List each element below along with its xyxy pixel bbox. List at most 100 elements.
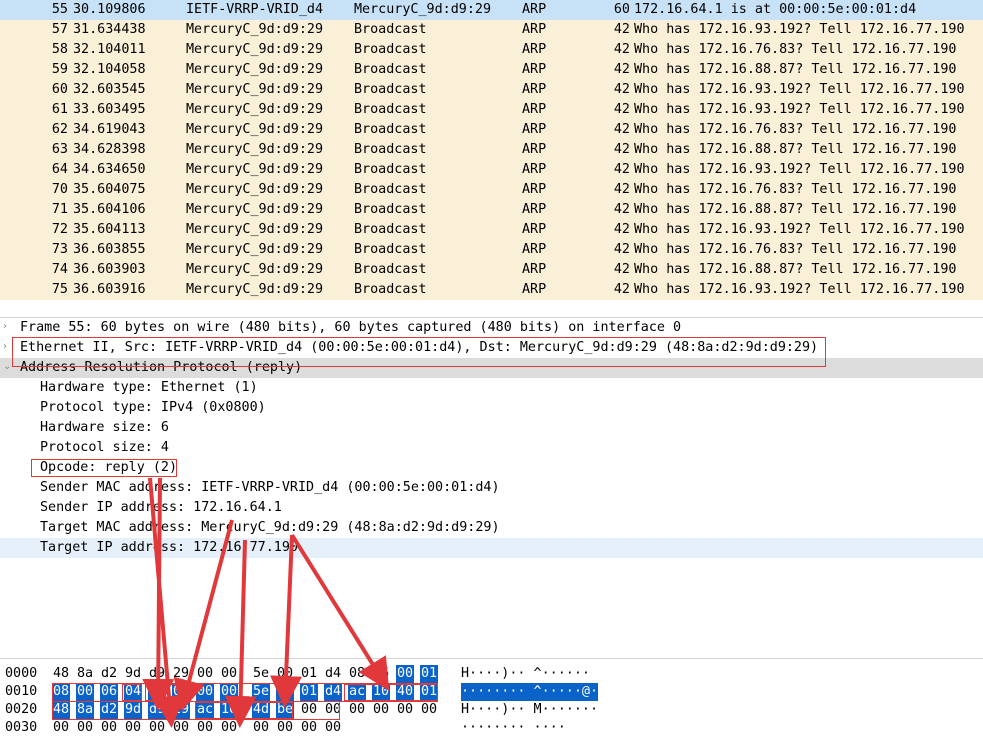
hex-byte[interactable]: 00	[276, 683, 295, 701]
hex-byte[interactable]: 00	[76, 719, 94, 737]
hex-line[interactable]: 0000 48 8a d2 9d d9 29 00 00 5e 00 01 d4 08 06 00 01 H···…	[0, 665, 983, 683]
hex-byte[interactable]: 8a	[76, 665, 94, 683]
hex-byte[interactable]: 00	[300, 719, 318, 737]
packet-row[interactable]: 59 32.104058 MercuryC_9d:d9:29 Broadcast ARP…	[0, 60, 983, 80]
pane-divider[interactable]	[0, 658, 983, 665]
hex-byte[interactable]: 00	[124, 719, 142, 737]
packet-row[interactable]: 63 34.628398 MercuryC_9d:d9:29 Broadcast ARP…	[0, 140, 983, 160]
hex-byte[interactable]: 01	[300, 683, 319, 701]
packet-row[interactable]: 75 36.603916 MercuryC_9d:d9:29 Broadcast ARP…	[0, 280, 983, 300]
hex-byte[interactable]: 00	[372, 701, 390, 719]
packet-details-pane[interactable]: › Frame 55: 60 bytes on wire (480 bits),…	[0, 318, 983, 658]
tree-item-ethernet[interactable]: › Ethernet II, Src: IETF-VRRP-VRID_d4 (0…	[0, 338, 983, 358]
packet-row[interactable]: 58 32.104011 MercuryC_9d:d9:29 Broadcast ARP…	[0, 40, 983, 60]
hex-byte[interactable]: 48	[52, 665, 70, 683]
packet-row[interactable]: 71 35.604106 MercuryC_9d:d9:29 Broadcast ARP…	[0, 200, 983, 220]
packet-row[interactable]: 60 32.603545 MercuryC_9d:d9:29 Broadcast ARP…	[0, 80, 983, 100]
tree-item-arp-field[interactable]: Hardware type: Ethernet (1)	[0, 378, 983, 398]
hex-byte[interactable]: 06	[372, 665, 390, 683]
hex-byte[interactable]: 5e	[252, 683, 271, 701]
packet-row[interactable]: 61 33.603495 MercuryC_9d:d9:29 Broadcast ARP…	[0, 100, 983, 120]
hex-ascii[interactable]: H····)·· ^······	[461, 665, 590, 683]
hex-byte[interactable]: ac	[196, 701, 215, 719]
tree-item-arp-field[interactable]: Sender IP address: 172.16.64.1	[0, 498, 983, 518]
hex-ascii[interactable]: ········ ^·····@·	[461, 683, 599, 701]
hex-byte[interactable]: be	[276, 701, 295, 719]
expand-arrow-icon[interactable]: ›	[3, 321, 7, 332]
hex-line[interactable]: 0020 48 8a d2 9d d9 29 ac 10 4d be 00 00 00 00 00 00 H···…	[0, 701, 983, 719]
hex-byte[interactable]: 00	[196, 683, 215, 701]
hex-byte[interactable]: 00	[148, 683, 167, 701]
hex-byte[interactable]: d2	[100, 665, 118, 683]
hex-byte[interactable]: 00	[396, 701, 414, 719]
hex-byte[interactable]: 00	[324, 719, 342, 737]
hex-byte[interactable]: 00	[172, 719, 190, 737]
tree-item-arp-field[interactable]: Protocol type: IPv4 (0x0800)	[0, 398, 983, 418]
hex-byte[interactable]: 00	[220, 665, 238, 683]
packet-row[interactable]: 72 35.604113 MercuryC_9d:d9:29 Broadcast ARP…	[0, 220, 983, 240]
hex-byte[interactable]: d4	[324, 665, 342, 683]
expand-arrow-icon[interactable]: ›	[3, 341, 7, 352]
hex-byte[interactable]: 01	[420, 665, 439, 683]
hex-byte[interactable]: 00	[220, 683, 239, 701]
packet-row[interactable]: 62 34.619043 MercuryC_9d:d9:29 Broadcast ARP…	[0, 120, 983, 140]
hex-byte[interactable]: 02	[172, 683, 191, 701]
hex-byte[interactable]: 00	[76, 683, 95, 701]
packet-row[interactable]: 64 34.634650 MercuryC_9d:d9:29 Broadcast ARP…	[0, 160, 983, 180]
packet-row[interactable]: 55 30.109806 IETF-VRRP-VRID_d4 MercuryC_9d:…	[0, 0, 983, 20]
hex-byte[interactable]: 10	[372, 683, 391, 701]
hex-byte[interactable]: 08	[348, 665, 366, 683]
hex-line[interactable]: 0010 08 00 06 04 00 02 00 00 5e 00 01 d4 ac 10 40 01 ····…	[0, 683, 983, 701]
tree-item-arp-field[interactable]: Opcode: reply (2)	[0, 458, 983, 478]
hex-byte[interactable]: 00	[148, 719, 166, 737]
hex-byte[interactable]: 00	[276, 719, 294, 737]
hex-byte[interactable]: 00	[100, 719, 118, 737]
hex-ascii[interactable]: ········ ····	[461, 719, 566, 737]
hex-byte[interactable]: 06	[100, 683, 119, 701]
hex-byte[interactable]: 00	[324, 701, 342, 719]
hex-byte[interactable]: 00	[196, 665, 214, 683]
hex-byte[interactable]: 04	[124, 683, 143, 701]
hex-line[interactable]: 0030 00 00 00 00 00 00 00 00 00 00 00 00 ········ ···…	[0, 719, 983, 737]
hex-byte[interactable]: 00	[196, 719, 214, 737]
hex-byte[interactable]: 00	[300, 701, 318, 719]
hex-byte[interactable]: 08	[52, 683, 71, 701]
hex-byte[interactable]: d9	[148, 665, 166, 683]
hex-byte[interactable]: 00	[252, 719, 270, 737]
packet-row[interactable]: 73 36.603855 MercuryC_9d:d9:29 Broadcast ARP…	[0, 240, 983, 260]
tree-item-arp-field[interactable]: Target MAC address: MercuryC_9d:d9:29 (4…	[0, 518, 983, 538]
hex-byte[interactable]: d9	[148, 701, 167, 719]
hex-byte[interactable]: 00	[52, 719, 70, 737]
tree-item-arp[interactable]: ⌄ Address Resolution Protocol (reply)	[0, 358, 983, 378]
hex-byte[interactable]: 8a	[76, 701, 95, 719]
hex-byte[interactable]: d4	[324, 683, 343, 701]
hex-byte[interactable]: 10	[220, 701, 239, 719]
hex-byte[interactable]: 9d	[124, 665, 142, 683]
hex-ascii[interactable]: H····)·· M·······	[461, 701, 598, 719]
hex-byte[interactable]: 00	[220, 719, 238, 737]
hex-byte[interactable]: 29	[172, 701, 191, 719]
tree-item-arp-field[interactable]: Protocol size: 4	[0, 438, 983, 458]
hex-byte[interactable]: 40	[396, 683, 415, 701]
hex-byte[interactable]: 00	[396, 665, 415, 683]
hex-byte[interactable]: 29	[172, 665, 190, 683]
hex-byte[interactable]: 01	[300, 665, 318, 683]
hex-byte[interactable]: d2	[100, 701, 119, 719]
packet-row[interactable]: 70 35.604075 MercuryC_9d:d9:29 Broadcast ARP…	[0, 180, 983, 200]
packet-list[interactable]: 55 30.109806 IETF-VRRP-VRID_d4 MercuryC_9d:…	[0, 0, 983, 301]
hex-byte[interactable]: ac	[348, 683, 367, 701]
hex-byte[interactable]: 01	[420, 683, 439, 701]
hex-byte[interactable]: 00	[276, 665, 294, 683]
pane-divider[interactable]	[0, 301, 983, 318]
tree-item-arp-field[interactable]: Sender MAC address: IETF-VRRP-VRID_d4 (0…	[0, 478, 983, 498]
tree-item-arp-field[interactable]: Hardware size: 6	[0, 418, 983, 438]
hex-byte[interactable]: 4d	[252, 701, 271, 719]
hex-byte[interactable]: 48	[52, 701, 71, 719]
hex-dump-pane[interactable]: 0000 48 8a d2 9d d9 29 00 00 5e 00 01 d4 08 06 00 01 H···…	[0, 665, 983, 745]
tree-item-frame[interactable]: › Frame 55: 60 bytes on wire (480 bits),…	[0, 318, 983, 338]
tree-item-arp-field[interactable]: Target IP address: 172.16.77.190	[0, 538, 983, 558]
packet-row[interactable]: 57 31.634438 MercuryC_9d:d9:29 Broadcast ARP…	[0, 20, 983, 40]
hex-byte[interactable]: 9d	[124, 701, 143, 719]
hex-byte[interactable]: 00	[348, 701, 366, 719]
packet-row[interactable]: 74 36.603903 MercuryC_9d:d9:29 Broadcast ARP…	[0, 260, 983, 280]
